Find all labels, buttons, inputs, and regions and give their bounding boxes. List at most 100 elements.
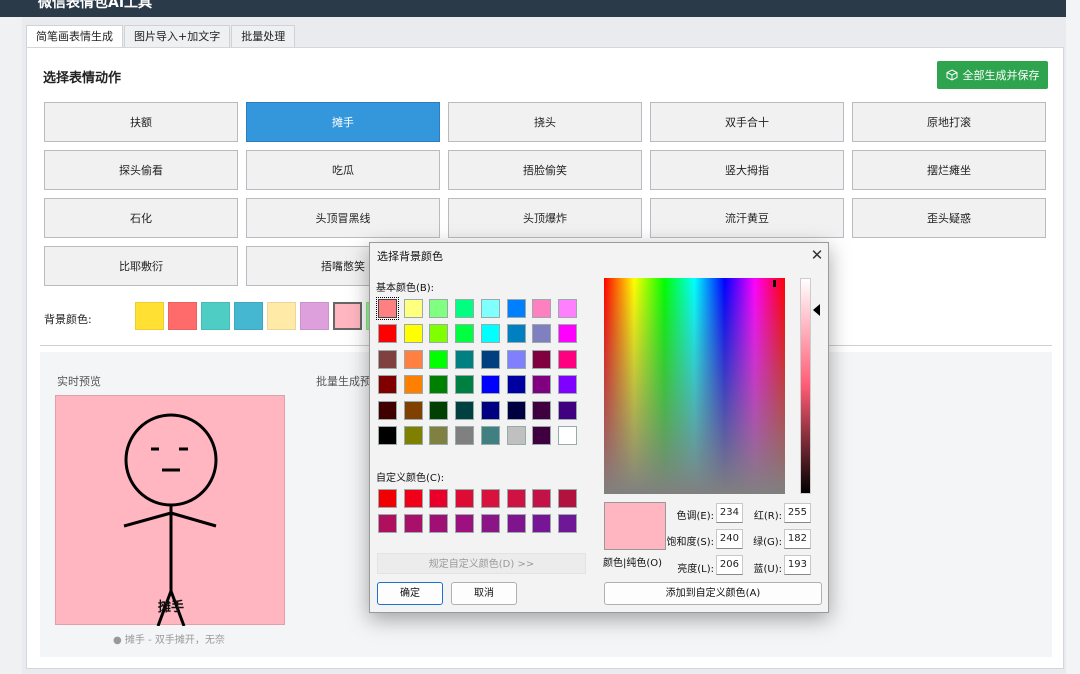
luminance-slider[interactable] bbox=[800, 278, 811, 494]
red-field[interactable]: 255 bbox=[784, 503, 811, 523]
hue-field[interactable]: 234 bbox=[716, 503, 743, 523]
bg-swatch[interactable] bbox=[267, 302, 296, 330]
basic-color-cell[interactable] bbox=[376, 297, 399, 320]
basic-color-cell[interactable] bbox=[480, 375, 500, 395]
tab-sketch-generate[interactable]: 简笔画表情生成 bbox=[26, 25, 123, 48]
bg-swatch[interactable] bbox=[234, 302, 263, 330]
action-button[interactable]: 竖大拇指 bbox=[650, 150, 844, 190]
basic-color-cell[interactable] bbox=[557, 324, 577, 344]
blue-field[interactable]: 193 bbox=[784, 555, 811, 575]
spectrum-crosshair[interactable] bbox=[773, 280, 776, 287]
basic-color-cell[interactable] bbox=[532, 400, 552, 420]
basic-color-cell[interactable] bbox=[455, 299, 475, 318]
basic-color-cell[interactable] bbox=[506, 324, 526, 344]
basic-color-cell[interactable] bbox=[378, 400, 397, 420]
basic-color-cell[interactable] bbox=[455, 349, 475, 369]
basic-color-cell[interactable] bbox=[378, 349, 397, 369]
tab-batch[interactable]: 批量处理 bbox=[231, 25, 296, 47]
basic-color-cell[interactable] bbox=[557, 400, 577, 420]
basic-color-cell[interactable] bbox=[480, 324, 500, 344]
close-icon[interactable]: ✕ bbox=[808, 246, 826, 264]
custom-color-cell[interactable] bbox=[480, 514, 500, 533]
bg-swatch[interactable] bbox=[168, 302, 197, 330]
basic-color-cell[interactable] bbox=[480, 349, 500, 369]
bg-swatch[interactable] bbox=[135, 302, 164, 330]
custom-color-cell[interactable] bbox=[455, 489, 475, 508]
action-button[interactable]: 摊手 bbox=[246, 102, 440, 142]
custom-color-cell[interactable] bbox=[557, 514, 577, 533]
action-button[interactable]: 石化 bbox=[44, 198, 238, 238]
action-button[interactable]: 摆烂瘫坐 bbox=[852, 150, 1046, 190]
save-all-button[interactable]: 全部生成并保存 bbox=[937, 61, 1048, 89]
basic-color-cell[interactable] bbox=[532, 375, 552, 395]
custom-color-cell[interactable] bbox=[506, 514, 526, 533]
basic-color-cell[interactable] bbox=[532, 426, 552, 445]
action-button[interactable]: 双手合十 bbox=[650, 102, 844, 142]
ok-button[interactable]: 确定 bbox=[377, 582, 443, 605]
luminance-arrow-icon[interactable] bbox=[813, 304, 820, 316]
custom-color-cell[interactable] bbox=[429, 514, 449, 533]
basic-color-cell[interactable] bbox=[557, 299, 577, 318]
action-button[interactable]: 流汗黄豆 bbox=[650, 198, 844, 238]
basic-color-cell[interactable] bbox=[378, 426, 397, 445]
basic-color-cell[interactable] bbox=[506, 375, 526, 395]
custom-color-cell[interactable] bbox=[378, 514, 397, 533]
custom-color-cell[interactable] bbox=[403, 514, 423, 533]
custom-color-cell[interactable] bbox=[557, 489, 577, 508]
basic-color-cell[interactable] bbox=[506, 426, 526, 445]
basic-color-cell[interactable] bbox=[455, 324, 475, 344]
basic-color-cell[interactable] bbox=[506, 299, 526, 318]
basic-color-cell[interactable] bbox=[429, 349, 449, 369]
lum-field[interactable]: 206 bbox=[716, 555, 743, 575]
basic-color-cell[interactable] bbox=[455, 400, 475, 420]
custom-color-cell[interactable] bbox=[455, 514, 475, 533]
custom-color-cell[interactable] bbox=[506, 489, 526, 508]
custom-color-cell[interactable] bbox=[532, 489, 552, 508]
hue-saturation-spectrum[interactable] bbox=[604, 278, 785, 494]
tab-image-import[interactable]: 图片导入+加文字 bbox=[124, 25, 231, 47]
basic-color-cell[interactable] bbox=[403, 426, 423, 445]
basic-color-cell[interactable] bbox=[455, 375, 475, 395]
basic-color-cell[interactable] bbox=[532, 324, 552, 344]
basic-color-cell[interactable] bbox=[480, 299, 500, 318]
basic-color-cell[interactable] bbox=[403, 400, 423, 420]
custom-color-cell[interactable] bbox=[403, 489, 423, 508]
basic-color-cell[interactable] bbox=[480, 426, 500, 445]
action-button[interactable]: 比耶敷衍 bbox=[44, 246, 238, 286]
basic-color-cell[interactable] bbox=[506, 400, 526, 420]
basic-color-cell[interactable] bbox=[403, 299, 423, 318]
action-button[interactable]: 原地打滚 bbox=[852, 102, 1046, 142]
basic-color-cell[interactable] bbox=[378, 324, 397, 344]
basic-color-cell[interactable] bbox=[557, 349, 577, 369]
action-button[interactable]: 挠头 bbox=[448, 102, 642, 142]
basic-color-cell[interactable] bbox=[557, 426, 577, 445]
basic-color-cell[interactable] bbox=[532, 299, 552, 318]
action-button[interactable]: 歪头疑惑 bbox=[852, 198, 1046, 238]
basic-color-cell[interactable] bbox=[429, 400, 449, 420]
action-button[interactable]: 扶额 bbox=[44, 102, 238, 142]
basic-color-cell[interactable] bbox=[480, 400, 500, 420]
custom-color-cell[interactable] bbox=[532, 514, 552, 533]
action-button[interactable]: 吃瓜 bbox=[246, 150, 440, 190]
basic-color-cell[interactable] bbox=[506, 349, 526, 369]
custom-color-cell[interactable] bbox=[480, 489, 500, 508]
basic-color-cell[interactable] bbox=[403, 349, 423, 369]
basic-color-cell[interactable] bbox=[532, 349, 552, 369]
basic-color-cell[interactable] bbox=[429, 324, 449, 344]
add-custom-button[interactable]: 添加到自定义颜色(A) bbox=[604, 582, 822, 605]
basic-color-cell[interactable] bbox=[429, 375, 449, 395]
basic-color-cell[interactable] bbox=[429, 426, 449, 445]
basic-color-cell[interactable] bbox=[403, 324, 423, 344]
cancel-button[interactable]: 取消 bbox=[451, 582, 517, 605]
basic-color-cell[interactable] bbox=[378, 375, 397, 395]
action-button[interactable]: 头顶冒黑线 bbox=[246, 198, 440, 238]
basic-color-cell[interactable] bbox=[429, 299, 449, 318]
sat-field[interactable]: 240 bbox=[716, 529, 743, 549]
action-button[interactable]: 探头偷看 bbox=[44, 150, 238, 190]
action-button[interactable]: 头顶爆炸 bbox=[448, 198, 642, 238]
bg-swatch[interactable] bbox=[300, 302, 329, 330]
basic-color-cell[interactable] bbox=[557, 375, 577, 395]
basic-color-cell[interactable] bbox=[403, 375, 423, 395]
custom-color-cell[interactable] bbox=[429, 489, 449, 508]
green-field[interactable]: 182 bbox=[784, 529, 811, 549]
